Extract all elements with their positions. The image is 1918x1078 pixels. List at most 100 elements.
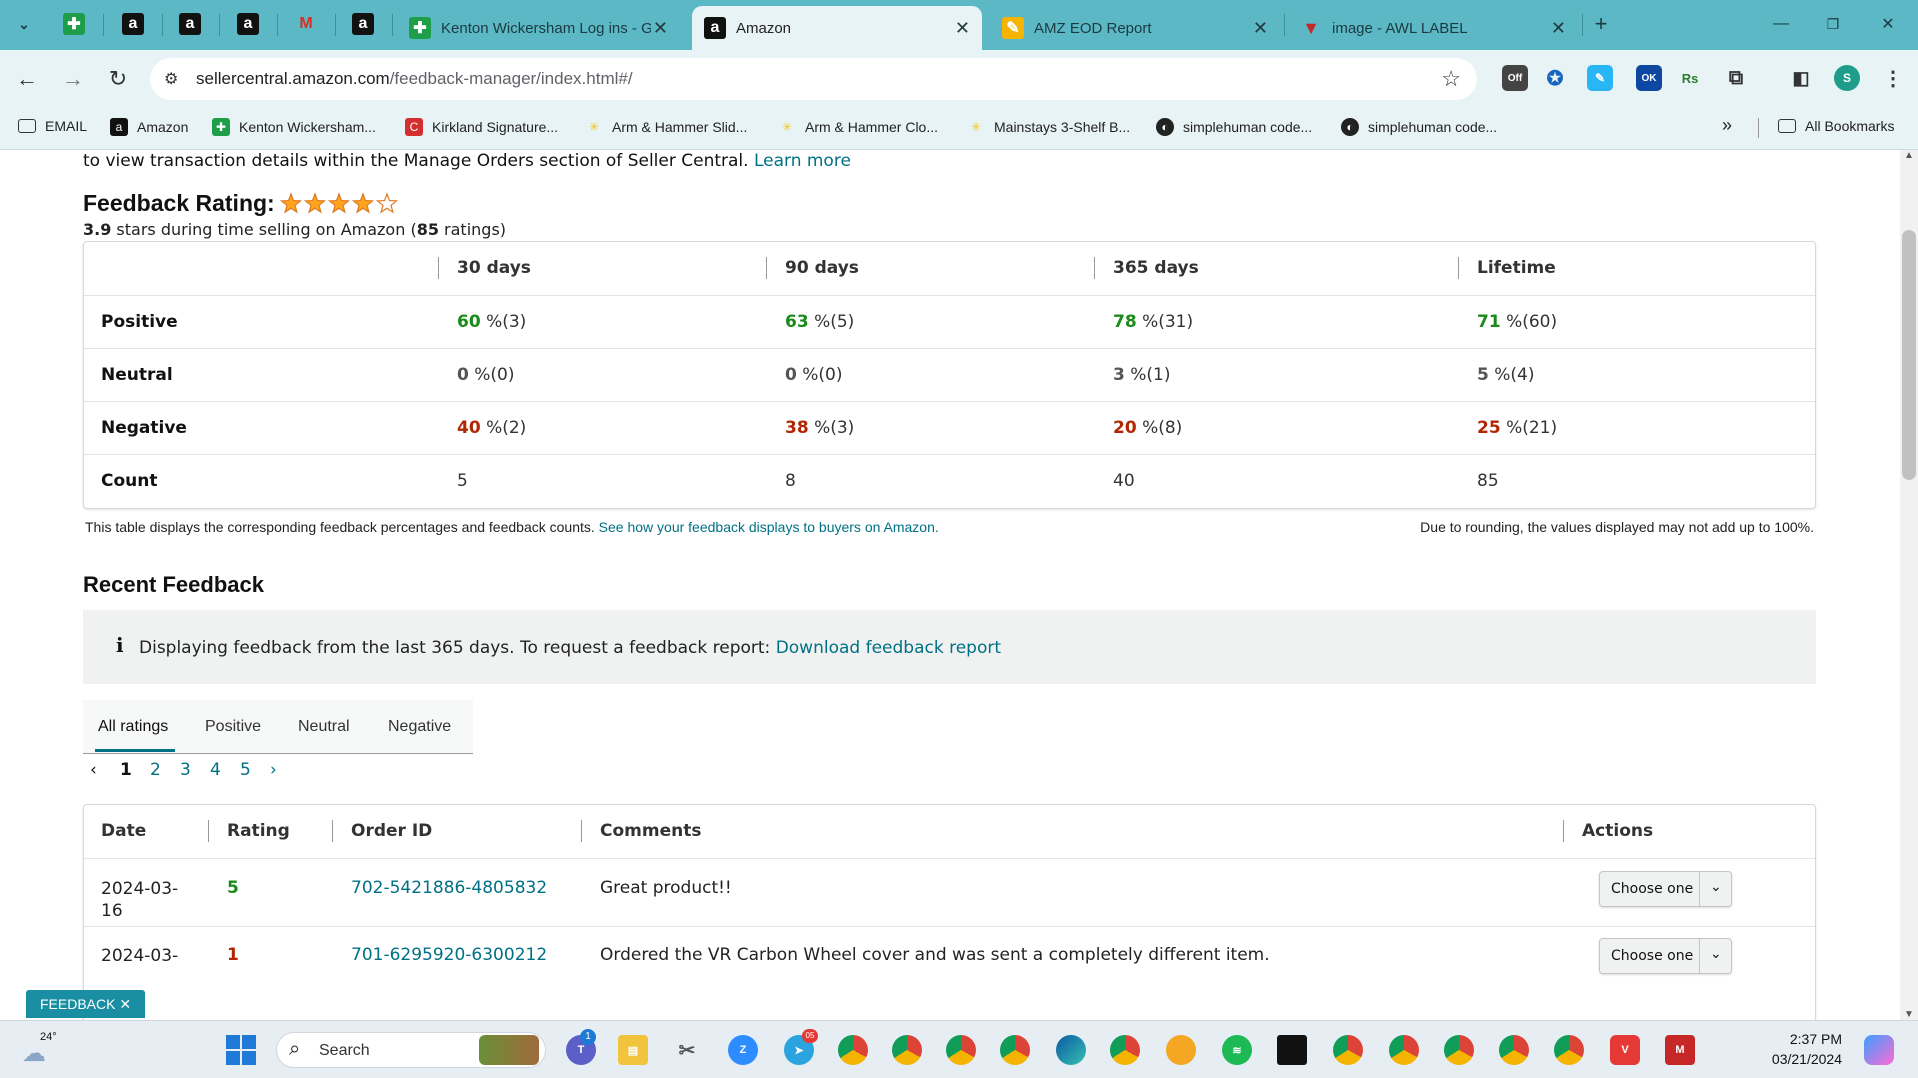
actions-dropdown[interactable]: Choose one ⌄ [1599,938,1732,974]
weather-widget[interactable]: ☁ 24° [22,1031,58,1067]
forward-icon[interactable]: → [59,65,87,93]
tab-amazon-icon[interactable]: a [237,13,259,35]
tab-amazon-icon[interactable]: a [179,13,201,35]
extension-rs-icon[interactable]: Rs [1677,65,1703,91]
spotify-icon[interactable]: ≋ [1222,1035,1252,1065]
page-scrollbar[interactable]: ▲ ▼ [1900,150,1918,1020]
extension-gamepad-icon[interactable]: ✪ [1542,65,1568,91]
sticky-notes-icon[interactable] [1277,1035,1307,1065]
mcafee-icon[interactable]: M [1665,1035,1695,1065]
restore-icon[interactable]: ❐ [1822,13,1844,35]
back-icon[interactable]: ← [13,65,41,93]
tab-amazon-icon[interactable]: a [352,13,374,35]
extension-off-icon[interactable]: Off [1502,65,1528,91]
app-icon[interactable] [1166,1035,1196,1065]
address-bar[interactable]: ⚙ sellercentral.amazon.com/feedback-mana… [150,58,1477,100]
tab-negative[interactable]: Negative [388,718,451,736]
col-actions: Actions [1582,821,1654,841]
clock-time[interactable]: 2:37 PM [1762,1031,1842,1047]
order-id-link[interactable]: 701-6295920-6300212 [351,945,547,965]
page-4[interactable]: 4 [210,760,240,780]
tab-awl-label[interactable]: ▼ image - AWL LABEL ✕ [1288,6,1578,50]
chrome-icon[interactable] [1499,1035,1529,1065]
bookmark-arm-hammer-clo[interactable]: ✳ Arm & Hammer Clo... [778,118,938,136]
page-1[interactable]: 1 [120,760,150,780]
feedback-table-header: 30 days 90 days 365 days Lifetime [84,242,1815,296]
scroll-up-icon[interactable]: ▲ [1904,150,1914,161]
tab-amazon-active[interactable]: a Amazon ✕ [692,6,982,50]
new-tab-icon[interactable]: + [1590,11,1612,36]
next-page-icon[interactable]: › [270,760,300,780]
scroll-down-icon[interactable]: ▼ [1904,1009,1914,1020]
url-text[interactable]: sellercentral.amazon.com/feedback-manage… [196,69,633,89]
menu-kebab-icon[interactable]: ⋮ [1880,65,1906,91]
bookmark-arm-hammer-slid[interactable]: ✳ Arm & Hammer Slid... [585,118,747,136]
tab-positive[interactable]: Positive [205,718,261,736]
prev-page-icon[interactable]: ‹ [90,760,120,780]
copilot-icon[interactable] [1864,1035,1894,1065]
tab-amz-eod-report[interactable]: ✎ AMZ EOD Report ✕ [990,6,1280,50]
taskbar-search[interactable]: ⌕ Search [276,1032,546,1068]
close-icon[interactable]: ✕ [653,18,668,39]
reload-icon[interactable]: ↻ [104,65,132,93]
zoom-icon[interactable]: Z [728,1035,758,1065]
windows-start-icon[interactable] [226,1035,256,1065]
bookmark-simplehuman-1[interactable]: ◐ simplehuman code... [1156,118,1312,136]
page-2[interactable]: 2 [150,760,180,780]
tab-all-ratings[interactable]: All ratings [98,718,168,736]
edge-icon[interactable] [1056,1035,1086,1065]
tab-plus-icon[interactable]: ✚ [63,13,85,35]
actions-dropdown[interactable]: Choose one ⌄ [1599,871,1732,907]
close-icon[interactable]: ✕ [1253,18,1268,39]
chrome-icon[interactable] [1444,1035,1474,1065]
tab-search-chevron-icon[interactable]: ⌄ [13,13,35,35]
page-5[interactable]: 5 [240,760,270,780]
chevron-down-icon: ⌄ [1710,946,1722,962]
all-bookmarks[interactable]: All Bookmarks [1778,118,1894,134]
order-id-link[interactable]: 702-5421886-4805832 [351,878,547,898]
minimize-icon[interactable]: — [1770,13,1792,35]
close-icon[interactable]: ✕ [1551,18,1566,39]
bookmark-mainstays[interactable]: ✳ Mainstays 3-Shelf B... [967,118,1130,136]
site-info-icon[interactable]: ⚙ [164,69,178,89]
learn-more-link[interactable]: Learn more [754,151,851,171]
vivaldi-icon[interactable]: V [1610,1035,1640,1065]
close-icon[interactable]: ✕ [119,996,131,1012]
chrome-icon[interactable] [838,1035,868,1065]
clock-date[interactable]: 03/21/2024 [1762,1051,1842,1067]
feedback-cell: 40 %(2) [457,418,526,438]
snipping-tool-icon[interactable]: ✂ [672,1035,702,1065]
download-feedback-report-link[interactable]: Download feedback report [776,638,1001,658]
close-icon[interactable]: ✕ [955,18,970,39]
tab-amazon-icon[interactable]: a [122,13,144,35]
bookmark-kirkland[interactable]: C Kirkland Signature... [405,118,558,136]
extensions-puzzle-icon[interactable]: ⧉ [1723,65,1749,91]
extension-ok-icon[interactable]: OK [1636,65,1662,91]
window-close-icon[interactable]: ✕ [1877,13,1899,35]
cloud-icon: ☁ [22,1040,46,1067]
chrome-icon[interactable] [1000,1035,1030,1065]
scroll-thumb[interactable] [1902,230,1916,480]
file-explorer-icon[interactable]: ▤ [618,1035,648,1065]
chrome-icon[interactable] [1110,1035,1140,1065]
bookmark-star-icon[interactable]: ☆ [1441,66,1461,92]
extension-tag-icon[interactable]: ✎ [1587,65,1613,91]
tab-gmail-icon[interactable]: M [295,13,317,35]
tab-neutral[interactable]: Neutral [298,718,350,736]
page-3[interactable]: 3 [180,760,210,780]
bookmark-amazon[interactable]: a Amazon [110,118,188,136]
see-feedback-display-link[interactable]: See how your feedback displays to buyers… [599,519,939,535]
profile-avatar[interactable]: S [1834,65,1860,91]
more-bookmarks-icon[interactable]: » [1722,115,1732,136]
bookmark-simplehuman-2[interactable]: ◐ simplehuman code... [1341,118,1497,136]
chrome-icon[interactable] [946,1035,976,1065]
chrome-icon[interactable] [1554,1035,1584,1065]
bookmark-kenton[interactable]: ✚ Kenton Wickersham... [212,118,376,136]
feedback-button[interactable]: FEEDBACK ✕ [26,990,146,1018]
chrome-icon[interactable] [1333,1035,1363,1065]
chrome-icon[interactable] [1389,1035,1419,1065]
sidepanel-icon[interactable]: ◧ [1788,65,1814,91]
chrome-icon[interactable] [892,1035,922,1065]
bookmark-email[interactable]: EMAIL [18,118,87,134]
tab-kenton-log-ins[interactable]: ✚ Kenton Wickersham Log ins - G ✕ [397,6,680,50]
